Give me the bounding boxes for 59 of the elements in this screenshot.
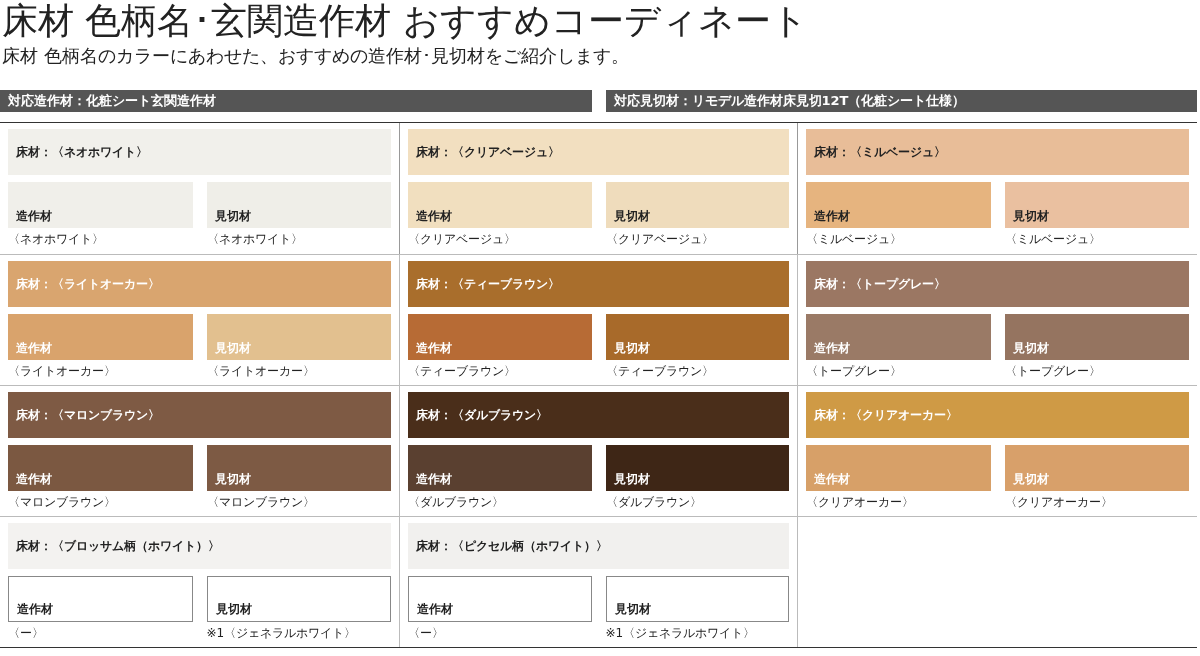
floor-swatch: 床材：〈ピクセル柄（ホワイト）〉 (408, 523, 789, 569)
section-header-bar: 対応造作材：化粧シート玄関造作材 (0, 90, 592, 112)
floor-swatch: 床材：〈ブロッサム柄（ホワイト）〉 (8, 523, 391, 569)
floor-swatch: 床材：〈ミルベージュ〉 (806, 129, 1189, 175)
trim-swatch: 見切材 (605, 314, 789, 360)
color-caption: 〈ミルベージュ〉 (806, 232, 903, 247)
trim-swatch: 造作材 (408, 182, 592, 228)
floor-swatch: 床材：〈ネオホワイト〉 (8, 129, 391, 175)
color-caption: 〈クリアベージュ〉 (605, 232, 715, 247)
color-caption: 〈ミルベージュ〉 (1004, 232, 1102, 247)
color-caption: 〈ー〉 (408, 626, 445, 641)
trim-swatch: 造作材 (408, 576, 592, 622)
trim-swatch: 造作材 (408, 445, 592, 491)
color-caption: 〈マロンブラウン〉 (8, 495, 117, 510)
floor-swatch: 床材：〈クリアベージュ〉 (408, 129, 789, 175)
trim-swatch: 見切材 (206, 182, 391, 228)
page-title: 床材 色柄名･玄関造作材 おすすめコーディネート (1, 0, 809, 42)
trim-swatch: 見切材 (206, 314, 391, 360)
floor-swatch: 床材：〈ティーブラウン〉 (408, 261, 789, 307)
floor-swatch: 床材：〈クリアオーカー〉 (806, 392, 1189, 438)
page-subtitle: 床材 色柄名のカラーにあわせた、おすすめの造作材･見切材をご紹介します。 (1, 44, 630, 68)
trim-swatch: 見切材 (1004, 182, 1189, 228)
color-caption: 〈ダルブラウン〉 (605, 495, 703, 510)
color-caption: 〈ー〉 (8, 626, 45, 641)
color-caption: 〈トープグレー〉 (1004, 364, 1102, 379)
floor-swatch: 床材：〈トープグレー〉 (806, 261, 1189, 307)
color-caption: ※1〈ジェネラルホワイト〉 (605, 626, 757, 641)
color-caption: ※1〈ジェネラルホワイト〉 (206, 626, 358, 641)
trim-swatch: 造作材 (8, 314, 193, 360)
color-caption: 〈クリアオーカー〉 (806, 495, 915, 510)
trim-swatch: 造作材 (8, 576, 193, 622)
trim-swatch: 見切材 (1004, 445, 1189, 491)
section-header-bar: 対応見切材：リモデル造作材床見切12T（化粧シート仕様） (605, 90, 1197, 112)
trim-swatch: 見切材 (206, 576, 391, 622)
color-caption: 〈マロンブラウン〉 (206, 495, 316, 510)
trim-swatch: 見切材 (206, 445, 391, 491)
floor-swatch: 床材：〈マロンブラウン〉 (8, 392, 391, 438)
color-caption: 〈ティーブラウン〉 (605, 364, 715, 379)
color-caption: 〈ネオホワイト〉 (8, 232, 105, 247)
trim-swatch: 造作材 (8, 445, 193, 491)
color-caption: 〈ライトオーカー〉 (206, 364, 316, 379)
trim-swatch: 造作材 (8, 182, 193, 228)
color-caption: 〈クリアベージュ〉 (408, 232, 517, 247)
color-caption: 〈ネオホワイト〉 (206, 232, 304, 247)
color-caption: 〈ダルブラウン〉 (408, 495, 505, 510)
trim-swatch: 見切材 (605, 576, 789, 622)
trim-swatch: 見切材 (1004, 314, 1189, 360)
color-caption: 〈ティーブラウン〉 (408, 364, 517, 379)
color-caption: 〈トープグレー〉 (806, 364, 903, 379)
trim-swatch: 見切材 (605, 445, 789, 491)
floor-swatch: 床材：〈ライトオーカー〉 (8, 261, 391, 307)
trim-swatch: 造作材 (806, 314, 991, 360)
trim-swatch: 造作材 (806, 182, 991, 228)
color-caption: 〈ライトオーカー〉 (8, 364, 117, 379)
trim-swatch: 見切材 (605, 182, 789, 228)
floor-swatch: 床材：〈ダルブラウン〉 (408, 392, 789, 438)
color-caption: 〈クリアオーカー〉 (1004, 495, 1114, 510)
trim-swatch: 造作材 (408, 314, 592, 360)
trim-swatch: 造作材 (806, 445, 991, 491)
